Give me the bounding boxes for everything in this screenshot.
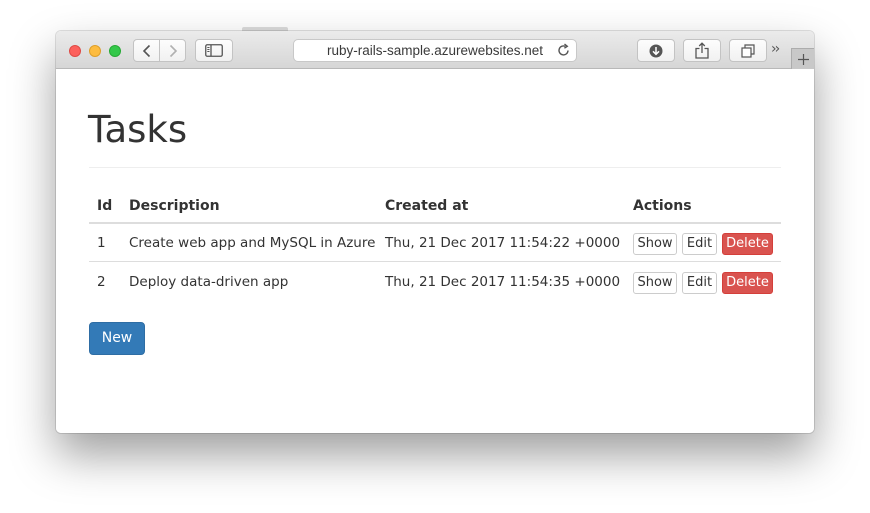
address-url: ruby-rails-sample.azurewebsites.net (326, 43, 544, 58)
edit-button[interactable]: Edit (682, 272, 717, 294)
show-button[interactable]: Show (633, 233, 677, 255)
table-header-divider (89, 222, 781, 224)
column-header-id: Id (97, 198, 113, 214)
browser-window: ruby-rails-sample.azurewebsites.net ›› T… (56, 31, 814, 433)
delete-button[interactable]: Delete (722, 233, 773, 255)
zoom-window-button[interactable] (109, 45, 121, 57)
new-task-button[interactable]: New (89, 322, 145, 355)
page-content: Tasks Id Description Created at Actions … (56, 69, 814, 433)
downloads-button[interactable] (637, 39, 675, 62)
task-created-at: Thu, 21 Dec 2017 11:54:35 +0000 (385, 274, 621, 290)
tabs-icon (741, 43, 755, 58)
back-icon (142, 44, 150, 57)
share-button[interactable] (683, 39, 721, 62)
browser-toolbar: ruby-rails-sample.azurewebsites.net ›› (56, 31, 814, 69)
forward-button[interactable] (159, 40, 185, 61)
plus-icon (797, 53, 809, 65)
task-description: Deploy data-driven app (129, 274, 289, 290)
page-title: Tasks (88, 108, 188, 151)
task-created-at: Thu, 21 Dec 2017 11:54:22 +0000 (385, 235, 621, 251)
back-button[interactable] (134, 40, 159, 61)
column-header-description: Description (129, 198, 220, 214)
show-tabs-button[interactable] (729, 39, 767, 62)
show-button[interactable]: Show (633, 272, 677, 294)
row-divider (89, 261, 781, 262)
address-bar[interactable]: ruby-rails-sample.azurewebsites.net (293, 39, 577, 62)
title-divider (89, 167, 781, 168)
edit-button[interactable]: Edit (682, 233, 717, 255)
download-icon (649, 44, 663, 57)
close-window-button[interactable] (69, 45, 81, 57)
delete-button[interactable]: Delete (722, 272, 773, 294)
column-header-created-at: Created at (385, 198, 469, 214)
navigation-buttons (133, 39, 186, 62)
reload-icon[interactable] (556, 43, 571, 58)
forward-icon (169, 44, 177, 57)
task-description: Create web app and MySQL in Azure (129, 235, 376, 251)
task-id: 2 (97, 274, 106, 290)
column-header-actions: Actions (633, 198, 692, 214)
more-chevrons-icon[interactable]: ›› (771, 41, 780, 57)
sidebar-icon (205, 44, 223, 57)
share-icon (695, 42, 709, 59)
new-tab-button[interactable] (791, 48, 814, 69)
sidebar-button[interactable] (195, 39, 233, 62)
minimize-window-button[interactable] (89, 45, 101, 57)
task-id: 1 (97, 235, 106, 251)
